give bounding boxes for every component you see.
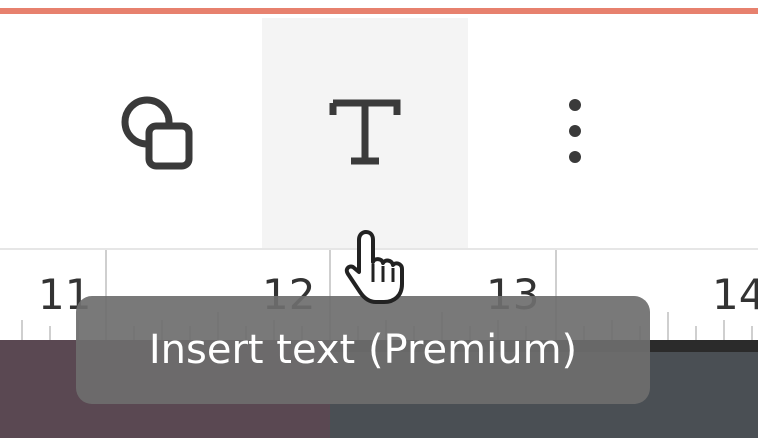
tooltip: Insert text (Premium)	[76, 296, 650, 404]
toolbar	[0, 18, 758, 248]
ruler-label: 14	[712, 270, 758, 319]
hand-pointer-icon	[344, 230, 404, 304]
more-vertical-icon	[569, 99, 581, 163]
shapes-button[interactable]	[60, 18, 260, 248]
text-icon	[329, 99, 401, 165]
shapes-icon	[121, 96, 193, 170]
more-options-button[interactable]	[470, 18, 680, 248]
insert-text-button[interactable]	[262, 18, 468, 248]
top-accent-border	[0, 0, 758, 18]
tooltip-text: Insert text (Premium)	[148, 327, 578, 373]
